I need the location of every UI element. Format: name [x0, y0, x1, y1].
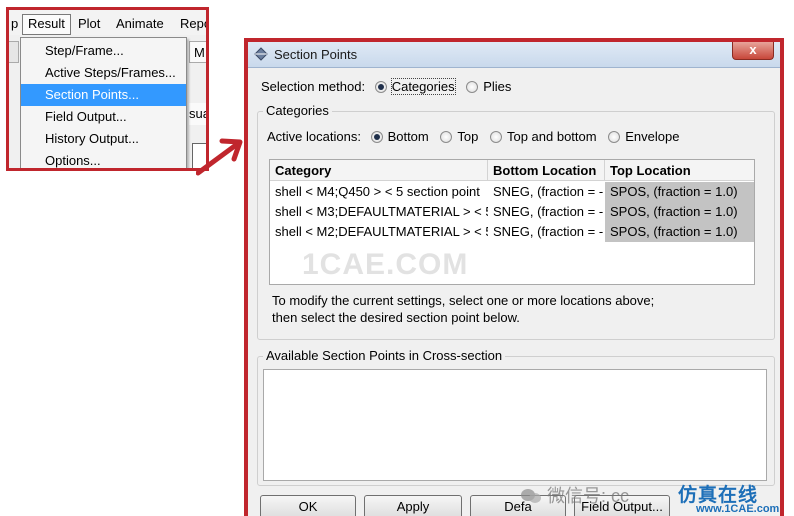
active-locations-label: Active locations: [267, 129, 361, 144]
apply-button[interactable]: Apply [364, 495, 462, 516]
partial-visual-text: sua [189, 106, 209, 121]
dialog-body: Selection method: Categories Plies Categ… [252, 69, 776, 516]
info-line-1: To modify the current settings, select o… [272, 293, 655, 308]
radio-top-and-bottom[interactable]: Top and bottom [489, 129, 597, 144]
menu-animate[interactable]: Animate [116, 16, 164, 31]
wechat-watermark: 微信号: cc [520, 482, 629, 508]
pointer-arrow-icon [196, 138, 243, 176]
cell-bottom-location[interactable]: SNEG, (fraction = - [488, 182, 605, 202]
table-row[interactable]: shell < M3;DEFAULTMATERIAL > < 5 SNEG, (… [270, 202, 754, 222]
column-header-bottom-location[interactable]: Bottom Location [488, 160, 605, 181]
watermark-center: 1CAE.COM [302, 248, 469, 281]
wechat-icon [521, 489, 541, 503]
ok-button[interactable]: OK [260, 495, 356, 516]
dialog-titlebar[interactable]: Section Points x [248, 42, 780, 68]
radio-on-icon [374, 81, 387, 93]
active-locations-row: Active locations: Bottom Top Top and bot… [267, 129, 687, 144]
cell-top-location[interactable]: SPOS, (fraction = 1.0) [605, 222, 754, 242]
radio-plies[interactable]: Plies [466, 79, 511, 94]
result-dropdown-menu: Step/Frame... Active Steps/Frames... Sec… [20, 37, 187, 168]
site-logo: 仿真在线 www.1CAE.com [676, 480, 794, 516]
toolbar-fragment [9, 41, 19, 63]
partial-label-fragment: sua [189, 103, 209, 125]
cell-bottom-location[interactable]: SNEG, (fraction = - [488, 222, 605, 242]
app-icon [254, 47, 268, 61]
section-points-dialog: Section Points x Selection method: Categ… [244, 38, 784, 516]
dialog-title: Section Points [274, 47, 358, 62]
table-row[interactable]: shell < M2;DEFAULTMATERIAL > < 5 SNEG, (… [270, 222, 754, 242]
available-section-points-title: Available Section Points in Cross-sectio… [263, 348, 506, 363]
selection-method-row: Selection method: Categories Plies [261, 78, 519, 95]
radio-top[interactable]: Top [440, 129, 478, 144]
info-line-2: then select the desired section point be… [272, 310, 520, 325]
table-row[interactable]: shell < M4;Q450 > < 5 section point SNEG… [270, 182, 754, 202]
radio-off-icon [489, 131, 502, 143]
close-button[interactable]: x [732, 42, 774, 60]
column-header-top-location[interactable]: Top Location [605, 160, 754, 181]
close-icon: x [749, 42, 757, 57]
menu-plot[interactable]: Plot [78, 16, 100, 31]
table-header: Category Bottom Location Top Location [270, 160, 754, 181]
selection-method-label: Selection method: [261, 79, 366, 94]
radio-off-icon [466, 81, 479, 93]
radio-bottom[interactable]: Bottom [370, 129, 429, 144]
menu-item-options[interactable]: Options... [21, 150, 186, 168]
menu-item-active-steps-frames[interactable]: Active Steps/Frames... [21, 62, 186, 84]
menu-item-step-frame[interactable]: Step/Frame... [21, 40, 186, 62]
cell-top-location[interactable]: SPOS, (fraction = 1.0) [605, 202, 754, 222]
column-header-category[interactable]: Category [270, 160, 488, 181]
radio-on-icon [370, 131, 383, 143]
menu-bar: p Result Plot Animate Repo [9, 10, 206, 35]
menu-result[interactable]: Result [22, 14, 71, 35]
section-points-list[interactable] [263, 369, 767, 481]
cell-bottom-location[interactable]: SNEG, (fraction = - [488, 202, 605, 222]
cell-top-location[interactable]: SPOS, (fraction = 1.0) [605, 182, 754, 202]
categories-table: Category Bottom Location Top Location sh… [269, 159, 755, 285]
radio-off-icon [608, 131, 621, 143]
cell-category[interactable]: shell < M3;DEFAULTMATERIAL > < 5 [270, 202, 488, 222]
toolbar-combo-fragment: M [189, 41, 206, 63]
cell-category[interactable]: shell < M4;Q450 > < 5 section point [270, 182, 488, 202]
categories-group-title: Categories [263, 103, 332, 118]
radio-off-icon [440, 131, 453, 143]
menu-item-section-points[interactable]: Section Points... [21, 84, 186, 106]
wechat-text: 微信号: cc [547, 486, 630, 506]
logo-url-text: www.1CAE.com [696, 503, 780, 515]
combo-partial-text: M [194, 45, 205, 60]
menu-partial-left[interactable]: p [11, 16, 18, 31]
menu-item-field-output[interactable]: Field Output... [21, 106, 186, 128]
menu-report-partial[interactable]: Repo [180, 16, 206, 31]
radio-categories[interactable]: Categories [374, 78, 456, 95]
cell-category[interactable]: shell < M2;DEFAULTMATERIAL > < 5 [270, 222, 488, 242]
menu-item-history-output[interactable]: History Output... [21, 128, 186, 150]
menu-screenshot-crop: p Result Plot Animate Repo M sua Step/Fr… [6, 7, 209, 171]
radio-envelope[interactable]: Envelope [608, 129, 679, 144]
